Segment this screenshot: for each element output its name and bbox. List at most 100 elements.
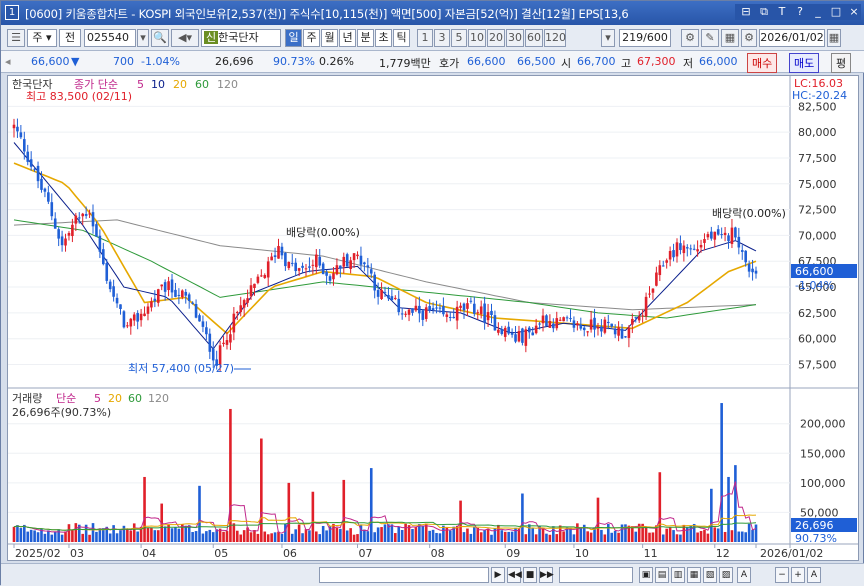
market-select[interactable]: 주 ▾ (27, 29, 57, 47)
mode-select[interactable]: 전 (59, 29, 81, 47)
volume-bar (170, 528, 174, 542)
chart-area[interactable]: 82,500 80,000 77,500 75,000 72,500 70,000 67,5… (7, 75, 859, 561)
current-volume-ratio: 90.73% (795, 532, 837, 545)
minute-option-1[interactable]: 3 (434, 29, 450, 47)
period-tab-4[interactable]: 분 (357, 29, 374, 47)
tool-icon-1[interactable]: ⚙ (681, 29, 699, 47)
save-icon[interactable]: ▦ (721, 29, 739, 47)
x-tick-label: 06 (283, 547, 297, 560)
candle-body (600, 326, 603, 332)
tile-icon[interactable]: ⊟ (739, 4, 753, 20)
candle-body (469, 300, 473, 302)
candle-body (421, 310, 425, 320)
calendar-icon[interactable]: ▦ (827, 29, 841, 47)
text-icon[interactable]: T (775, 4, 789, 20)
zoom-in-button[interactable]: + (791, 567, 805, 583)
volume-bar (411, 529, 414, 542)
minute-option-4[interactable]: 20 (487, 29, 505, 47)
candle-body (119, 304, 122, 309)
minute-option-2[interactable]: 5 (451, 29, 467, 47)
candle-body (534, 325, 538, 334)
candle-body (740, 250, 744, 252)
help-icon[interactable]: ? (793, 4, 807, 20)
eval-button[interactable]: 평 (831, 53, 852, 73)
buy-button[interactable]: 매수 (747, 53, 778, 73)
count-field[interactable]: 219/600 (619, 29, 671, 47)
candle-body (641, 315, 644, 317)
stock-code-input[interactable]: 025540 (84, 29, 136, 47)
menu-icon[interactable]: ☰ (7, 29, 25, 47)
tool-icon-2[interactable]: ✎ (701, 29, 719, 47)
layout-icon-6[interactable]: ▨ (719, 567, 733, 583)
candle-body (153, 298, 157, 302)
duplicate-icon[interactable]: ⧉ (757, 4, 771, 20)
candle-body (744, 250, 747, 263)
layout-icon-5[interactable]: ▧ (703, 567, 717, 583)
candle-body (589, 319, 593, 330)
ask-label: 호가 (439, 57, 460, 70)
minute-option-6[interactable]: 60 (525, 29, 543, 47)
period-tab-0[interactable]: 일 (285, 29, 302, 47)
candle-body (249, 285, 253, 297)
period-tab-5[interactable]: 초 (375, 29, 392, 47)
horizontal-scrollbar[interactable] (319, 567, 489, 583)
minute-option-7[interactable]: 120 (544, 29, 566, 47)
volume-bar (239, 534, 243, 542)
stop-button[interactable]: ■ (523, 567, 537, 583)
layout-icon-3[interactable]: ▥ (671, 567, 685, 583)
candle-body (737, 236, 741, 248)
volume-bar (438, 533, 442, 542)
minute-dropdown-icon[interactable]: ▾ (601, 29, 615, 47)
minute-option-0[interactable]: 1 (417, 29, 433, 47)
volume-bar (486, 528, 490, 542)
volume-bar (431, 529, 435, 542)
candle-body (160, 284, 164, 287)
close-button[interactable]: × (847, 4, 861, 20)
candle-body (661, 265, 665, 267)
layout-icon-4[interactable]: ▦ (687, 567, 701, 583)
chart-svg[interactable]: 82,50080,00077,50075,00072,50070,00067,5… (8, 76, 858, 560)
volume-bar (191, 532, 194, 542)
zoom-out-button[interactable]: − (775, 567, 789, 583)
candle-body (277, 246, 280, 259)
volume-ratio: 90.73% (273, 55, 315, 68)
settings-icon[interactable]: ⚙ (741, 29, 757, 47)
date-field[interactable]: 2026/01/02 (759, 29, 825, 47)
sell-button[interactable]: 매도 (789, 53, 820, 73)
low-price: 66,000 (699, 55, 738, 68)
text-size-icon[interactable]: A (737, 567, 751, 583)
maximize-button[interactable]: □ (829, 4, 843, 20)
volume-bar (325, 530, 328, 542)
volume-bar (462, 532, 466, 542)
period-tab-3[interactable]: 년 (339, 29, 356, 47)
forward-button[interactable]: ▶▶ (539, 567, 554, 583)
search-icon[interactable]: 🔍 (151, 29, 169, 47)
zoom-slider[interactable] (559, 567, 633, 583)
candle-body (12, 124, 16, 129)
market-label: 주 (32, 31, 43, 44)
code-dropdown-icon[interactable]: ▾ (137, 29, 149, 47)
volume-bar (194, 531, 198, 542)
candle-body (26, 151, 30, 162)
candle-body (122, 311, 126, 328)
candle-body (177, 294, 181, 296)
period-tab-2[interactable]: 월 (321, 29, 338, 47)
rewind-button[interactable]: ◀◀ (507, 567, 522, 583)
x-tick-label: 05 (214, 547, 228, 560)
layout-icon-2[interactable]: ▤ (655, 567, 669, 583)
layout-icon-1[interactable]: ▣ (639, 567, 653, 583)
minute-option-3[interactable]: 10 (468, 29, 486, 47)
candle-body (548, 321, 552, 328)
minute-option-5[interactable]: 30 (506, 29, 524, 47)
period-tab-1[interactable]: 주 (303, 29, 320, 47)
volume-icon[interactable]: ◀▾ (171, 29, 199, 47)
minimize-button[interactable]: _ (811, 4, 825, 20)
period-tab-6[interactable]: 틱 (393, 29, 410, 47)
volume-bar (108, 533, 112, 542)
scroll-right-button[interactable]: ▶ (491, 567, 505, 583)
candle-body (541, 315, 545, 324)
volume-bar (266, 534, 270, 542)
candle-body (239, 305, 243, 313)
volume-bar (545, 533, 548, 542)
font-size-button[interactable]: A (807, 567, 821, 583)
